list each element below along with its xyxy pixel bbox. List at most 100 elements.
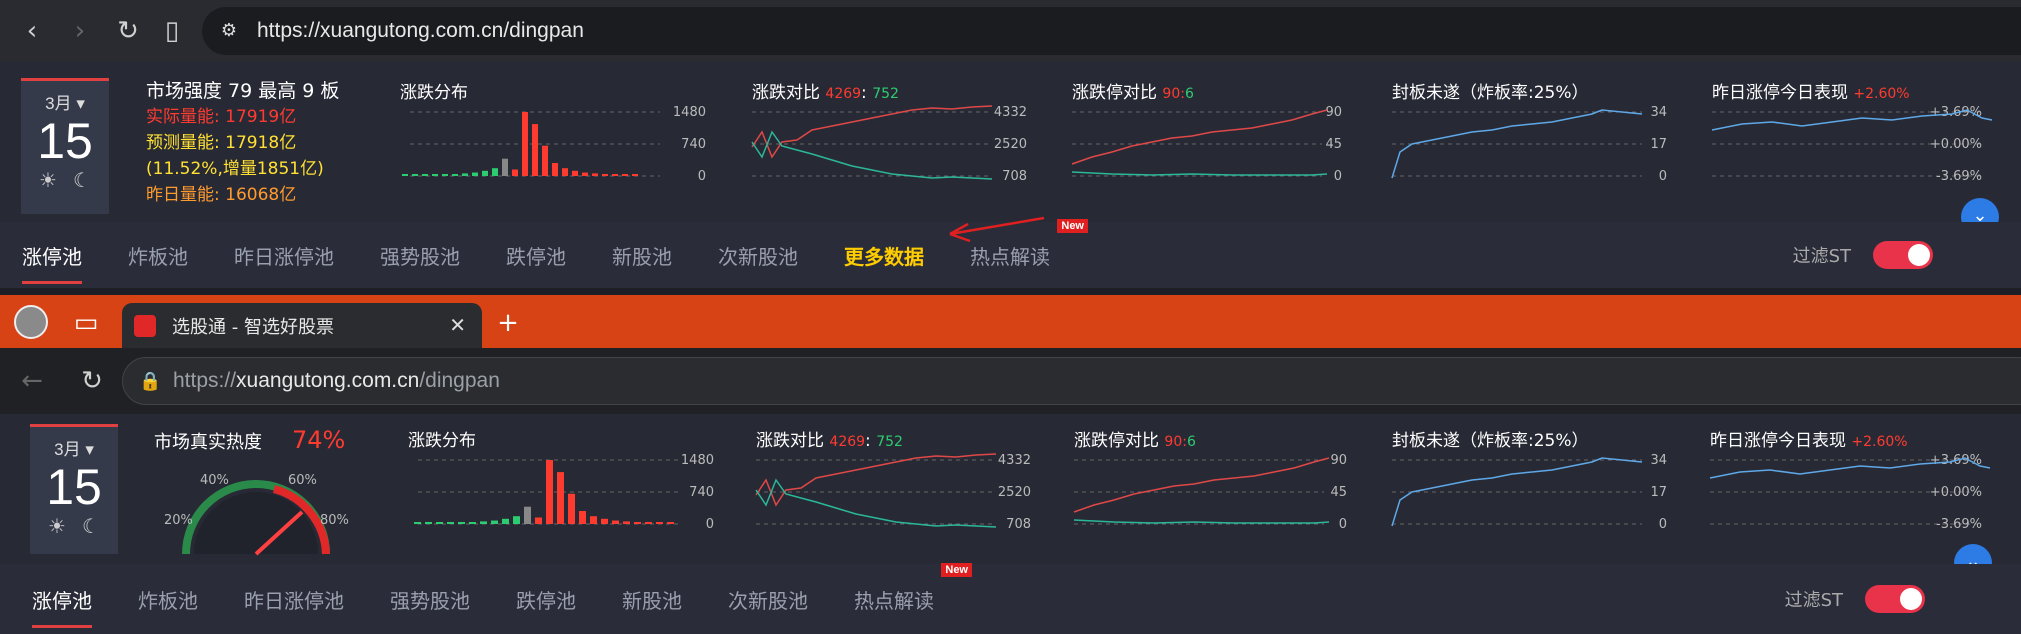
distribution-bar — [482, 170, 488, 176]
limit-up-count: 90 — [1162, 86, 1181, 102]
tick-label: 2520 — [998, 485, 1031, 500]
predicted-volume: 预测量能: 17918亿 — [146, 133, 297, 153]
reload-icon[interactable]: ↻ — [72, 361, 112, 401]
seal-chart: 封板未遂（炸板率:25%） 34 17 0 — [1391, 426, 1682, 532]
limit-chart: 涨跌停对比 90:6 90 45 0 — [1071, 78, 1362, 184]
tick-label: 1480 — [681, 453, 714, 468]
distribution-bar — [557, 472, 564, 524]
up-line — [755, 453, 997, 507]
distribution-bar — [422, 174, 428, 176]
url-text: https://xuangutong.com.cn/dingpan — [257, 19, 584, 42]
tab-new-stock[interactable]: 新股池 — [612, 241, 672, 270]
tab-yesterday[interactable]: 昨日涨停池 — [244, 585, 344, 614]
distribution-bar — [562, 168, 568, 176]
distribution-svg: 1480 740 0 — [414, 453, 714, 532]
distribution-bar — [612, 520, 619, 524]
reload-icon[interactable]: ↻ — [108, 11, 148, 51]
distribution-bar — [601, 518, 608, 524]
chart-title: 昨日涨停今日表现 — [1710, 431, 1846, 451]
distribution-bar — [590, 516, 597, 524]
site-settings-icon[interactable]: ⚙ — [218, 19, 240, 41]
tab-hot-topics[interactable]: 热点解读 New — [854, 562, 972, 614]
limit-up-line — [1073, 457, 1330, 513]
yesterday-volume: 昨日量能: 16068亿 — [146, 185, 297, 205]
tab-limit-up[interactable]: 涨停池 — [22, 241, 82, 284]
tick-label: 740 — [681, 137, 706, 152]
distribution-bar — [579, 511, 586, 524]
chart-title: 涨跌停对比 — [1074, 431, 1159, 451]
up-count: 4269 — [825, 86, 862, 102]
ratio-svg: 4332 2520 708 — [751, 105, 1027, 184]
tab-more-data[interactable]: 更多数据 — [844, 241, 924, 270]
forward-icon[interactable]: › — [60, 11, 100, 51]
seal-svg: 34 17 0 — [1391, 453, 1667, 532]
limit-down-line — [1071, 171, 1328, 176]
date-card: 3月 ▾ 15 ☀ ☾ — [30, 424, 118, 554]
new-badge: New — [941, 562, 972, 577]
distribution-bar — [442, 174, 448, 176]
browser-toolbar: ‹ › ↻ ▯ ⚙ https://xuangutong.com.cn/ding… — [0, 0, 2021, 62]
gauge-label: 60% — [288, 473, 317, 488]
yesterday-chart: 昨日涨停今日表现 +2.60% +3.69% +0.00% -3.69% — [1711, 78, 2012, 184]
tick-label: 45 — [1325, 137, 1342, 152]
address-bar-2[interactable]: 🔒 https://xuangutong.com.cn/dingpan — [122, 357, 2021, 405]
heat-title: 市场真实热度 — [154, 432, 262, 453]
gauge-label: 20% — [164, 513, 193, 528]
address-bar[interactable]: ⚙ https://xuangutong.com.cn/dingpan — [202, 7, 2021, 55]
limit-down-count: 6 — [1186, 434, 1196, 450]
back-icon[interactable]: ‹ — [12, 11, 52, 51]
tick-label: -3.69% — [1936, 169, 1982, 184]
close-tab-icon[interactable]: ✕ — [449, 313, 466, 337]
browser-tab[interactable]: 选股通 - 智选好股票 ✕ — [122, 303, 482, 348]
gauge-label: 40% — [200, 473, 229, 488]
distribution-bar — [656, 522, 663, 524]
tab-label: 热点解读 — [970, 244, 1050, 269]
back-icon[interactable]: ← — [12, 361, 52, 401]
tab-limit-down[interactable]: 跌停池 — [506, 241, 566, 270]
tab-new-stock[interactable]: 新股池 — [622, 585, 682, 614]
filter-toggle[interactable] — [1873, 241, 1933, 269]
filter-toggle[interactable] — [1865, 585, 1925, 613]
tick-label: 34 — [1650, 453, 1667, 468]
tick-label: 90 — [1330, 453, 1347, 468]
sun-icon[interactable]: ☀ — [39, 168, 57, 192]
distribution-svg: 1480 740 0 — [402, 105, 706, 184]
chart-title: 封板未遂（炸板率:25%） — [1392, 83, 1589, 103]
distribution-bar — [436, 522, 443, 524]
tab-broken[interactable]: 炸板池 — [128, 241, 188, 270]
tab-limit-down[interactable]: 跌停池 — [516, 585, 576, 614]
sun-icon[interactable]: ☀ — [48, 514, 66, 538]
yesterday-chart: 昨日涨停今日表现 +2.60% +3.69% +0.00% -3.69% — [1709, 426, 2010, 532]
distribution-bar — [469, 522, 476, 524]
profile-avatar[interactable] — [14, 305, 48, 339]
new-tab-icon[interactable]: + — [488, 303, 528, 343]
tab-sub-new[interactable]: 次新股池 — [728, 585, 808, 614]
tab-limit-up[interactable]: 涨停池 — [32, 585, 92, 628]
ratio-svg: 4332 2520 708 — [755, 453, 1031, 532]
tab-strong[interactable]: 强势股池 — [380, 241, 460, 270]
url-scheme: https:// — [173, 369, 237, 392]
bookmark-icon[interactable]: ▯ — [152, 11, 192, 51]
distribution-bar — [447, 522, 454, 524]
lock-icon[interactable]: 🔒 — [139, 370, 161, 392]
month-select[interactable]: 3月 ▾ — [21, 89, 109, 114]
moon-icon[interactable]: ☾ — [73, 168, 91, 192]
tab-broken[interactable]: 炸板池 — [138, 585, 198, 614]
tab-hot-topics[interactable]: 热点解读 New — [970, 218, 1088, 270]
moon-icon[interactable]: ☾ — [82, 514, 100, 538]
tab-yesterday[interactable]: 昨日涨停池 — [234, 241, 334, 270]
month-select[interactable]: 3月 ▾ — [30, 435, 118, 460]
distribution-bar — [480, 521, 487, 524]
tick-label: 0 — [706, 517, 714, 532]
tab-sub-new[interactable]: 次新股池 — [718, 241, 798, 270]
tick-label: 34 — [1650, 105, 1667, 120]
tick-label: 90 — [1325, 105, 1342, 120]
predicted-change: (11.52%,增量1851亿) — [146, 159, 324, 179]
volume-stats: 市场强度 79 最高 9 板 实际量能: 17919亿 预测量能: 17918亿… — [146, 78, 339, 208]
distribution-bar — [532, 124, 538, 176]
filter-st: 过滤ST — [1793, 241, 1933, 269]
tab-strong[interactable]: 强势股池 — [390, 585, 470, 614]
tick-label: +0.00% — [1930, 137, 1982, 152]
tick-label: 708 — [1002, 169, 1027, 184]
tab-actions-icon[interactable]: ▭ — [66, 303, 106, 343]
